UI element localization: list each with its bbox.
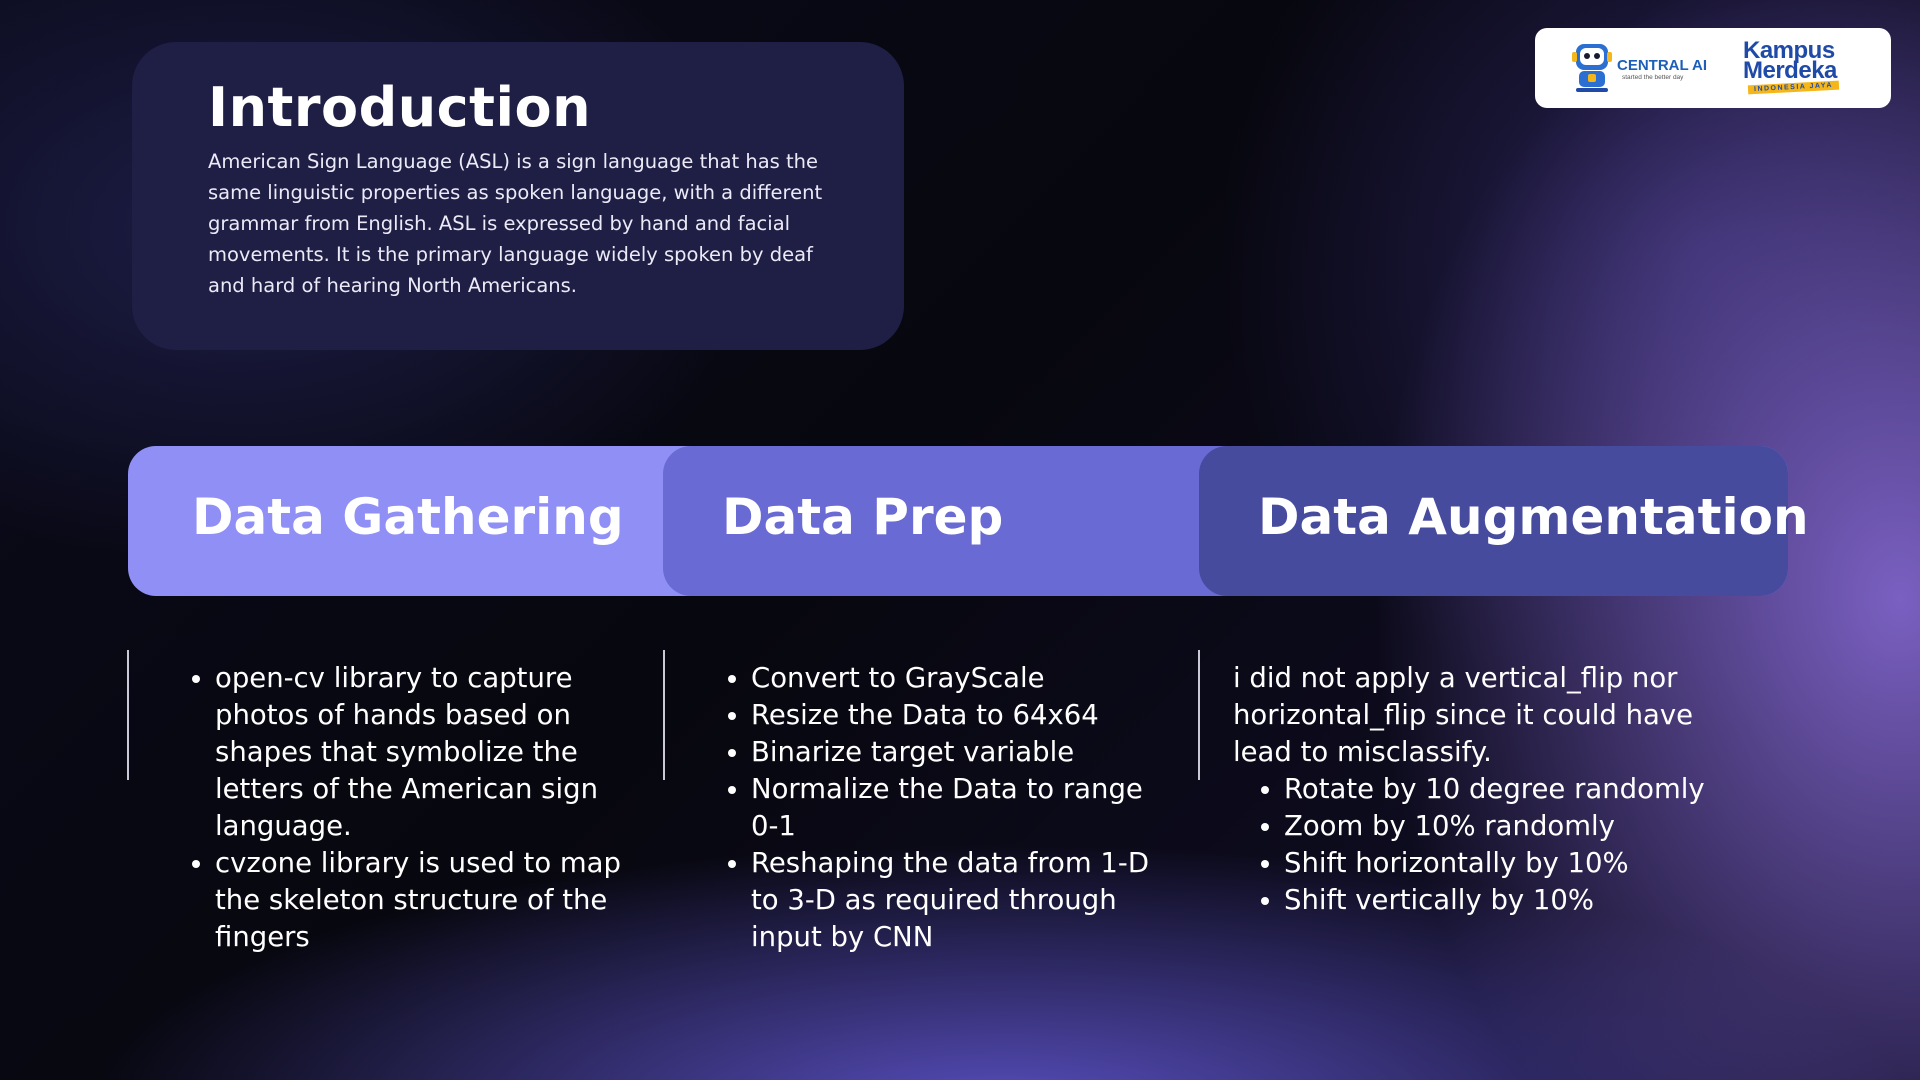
section-title-data-gathering: Data Gathering (192, 488, 624, 546)
augmentation-note: i did not apply a vertical_flip nor hori… (1233, 662, 1694, 768)
partner-logos: CENTRAL AI started the better day Kampus… (1535, 28, 1891, 108)
data-prep-column: Convert to GrayScale Resize the Data to … (724, 660, 1174, 956)
list-item: Normalize the Data to range 0-1 (751, 771, 1174, 845)
list-item: Zoom by 10% randomly (1284, 808, 1753, 845)
column-divider (663, 650, 665, 780)
column-divider (1198, 650, 1200, 780)
list-item: Shift horizontally by 10% (1284, 845, 1753, 882)
list-item: Convert to GrayScale (751, 660, 1174, 697)
list-item: Reshaping the data from 1-D to 3-D as re… (751, 845, 1174, 956)
kampus-merdeka-logo: Kampus Merdeka INDONESIA JAYA (1740, 39, 1860, 95)
intro-card: Introduction American Sign Language (ASL… (132, 42, 904, 350)
data-gathering-list: open-cv library to capture photos of han… (188, 660, 628, 956)
list-item: Rotate by 10 degree randomly (1284, 771, 1753, 808)
list-item: open-cv library to capture photos of han… (215, 660, 628, 845)
data-gathering-column: open-cv library to capture photos of han… (188, 660, 628, 956)
section-title-data-prep: Data Prep (722, 488, 1004, 546)
intro-body: American Sign Language (ASL) is a sign l… (208, 150, 823, 297)
list-item: Binarize target variable (751, 734, 1174, 771)
data-augmentation-column: i did not apply a vertical_flip nor hori… (1233, 660, 1753, 919)
list-item: Resize the Data to 64x64 (751, 697, 1174, 734)
section-title-data-augmentation: Data Augmentation (1258, 488, 1809, 546)
central-ai-tagline: started the better day (1622, 74, 1684, 81)
robot-mascot-icon (1572, 44, 1612, 92)
kampus-logo-line2: Merdeka (1743, 57, 1837, 84)
data-augmentation-list: Rotate by 10 degree randomly Zoom by 10%… (1257, 771, 1753, 919)
intro-title: Introduction (208, 76, 592, 139)
data-prep-list: Convert to GrayScale Resize the Data to … (724, 660, 1174, 956)
column-divider (127, 650, 129, 780)
list-item: cvzone library is used to map the skelet… (215, 845, 628, 956)
list-item: Shift vertically by 10% (1284, 882, 1753, 919)
central-ai-logo-text: CENTRAL AI (1617, 57, 1707, 74)
